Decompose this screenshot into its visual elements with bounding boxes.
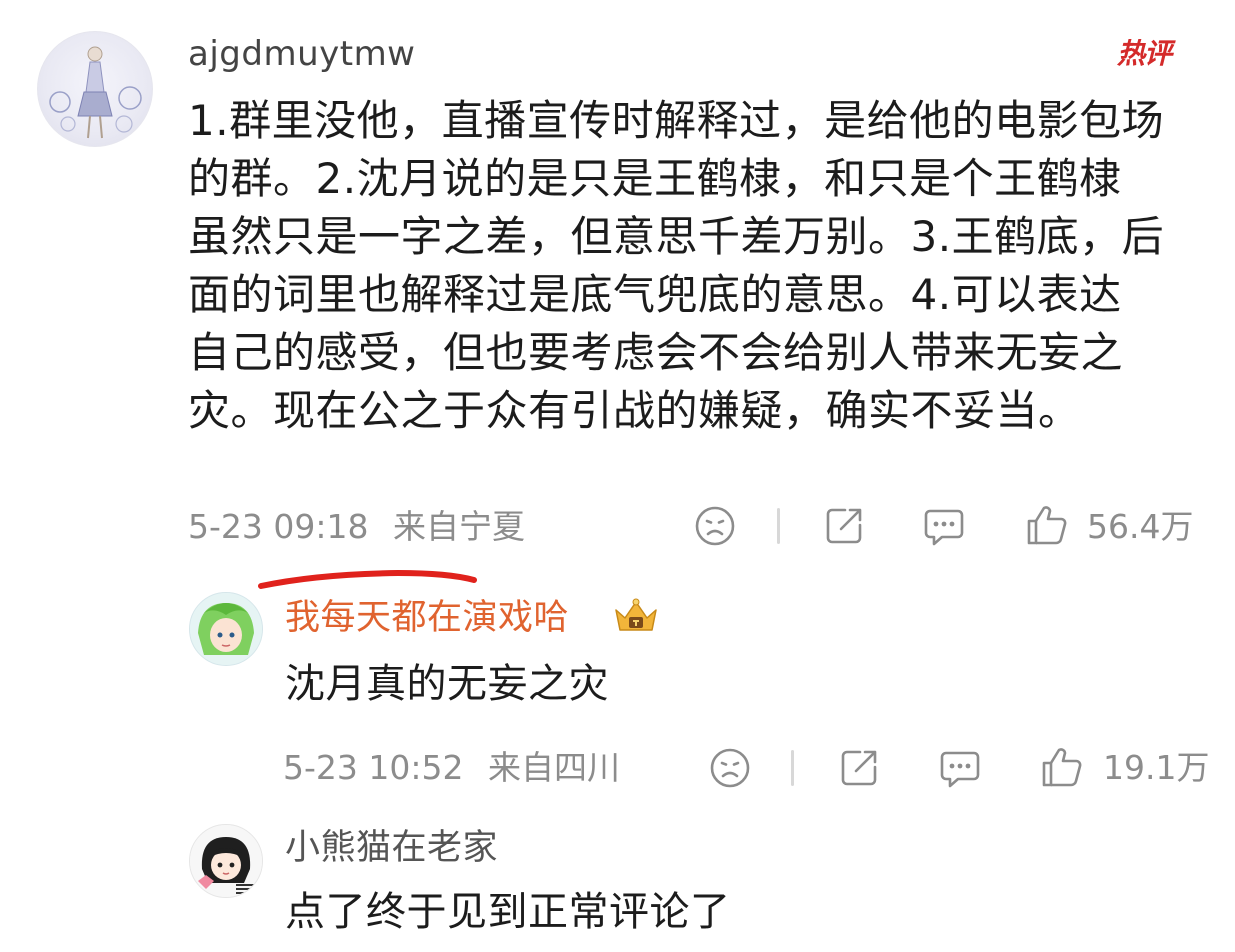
reply-username[interactable]: 我每天都在演戏哈 <box>285 594 569 642</box>
divider <box>791 750 794 786</box>
comment-icon[interactable] <box>922 505 966 553</box>
share-icon[interactable] <box>823 505 865 551</box>
reply-username[interactable]: 小熊猫在老家 <box>285 824 498 872</box>
avatar-illustration <box>49 46 142 139</box>
divider <box>777 508 780 544</box>
reply-location: 来自四川 <box>488 748 620 787</box>
username[interactable]: ajgdmuytmw <box>188 30 416 78</box>
reply-date: 5-23 10:52 <box>283 748 464 787</box>
comment-date: 5-23 09:18 <box>188 507 369 546</box>
reply-text: 沈月真的无妄之灾 <box>285 661 609 707</box>
avatar-illustration <box>190 593 262 665</box>
comment-text: 1.群里没他，直播宣传时解释过，是给他的电影包场 的群。2.沈月说的是只是王鹤棣… <box>188 96 1165 435</box>
comment-icon[interactable] <box>938 747 982 795</box>
dislike-face-icon[interactable] <box>694 505 736 551</box>
dislike-face-icon[interactable] <box>709 747 751 793</box>
like-count: 19.1万 <box>1103 748 1210 787</box>
like-count: 56.4万 <box>1087 507 1194 546</box>
reply-text: 点了终于见到正常评论了 <box>285 889 731 935</box>
share-icon[interactable] <box>838 747 880 793</box>
comment-location: 来自宁夏 <box>393 507 525 546</box>
crown-icon <box>611 596 661 640</box>
thumbs-up-icon[interactable] <box>1025 503 1069 551</box>
avatar[interactable] <box>37 31 153 147</box>
avatar-illustration <box>190 825 262 897</box>
reply-avatar[interactable] <box>189 592 263 666</box>
thumbs-up-icon[interactable] <box>1040 745 1084 793</box>
reply-avatar[interactable] <box>189 824 263 898</box>
highlight-underline <box>258 568 480 596</box>
hot-comment-badge: 热评 <box>1117 37 1172 70</box>
